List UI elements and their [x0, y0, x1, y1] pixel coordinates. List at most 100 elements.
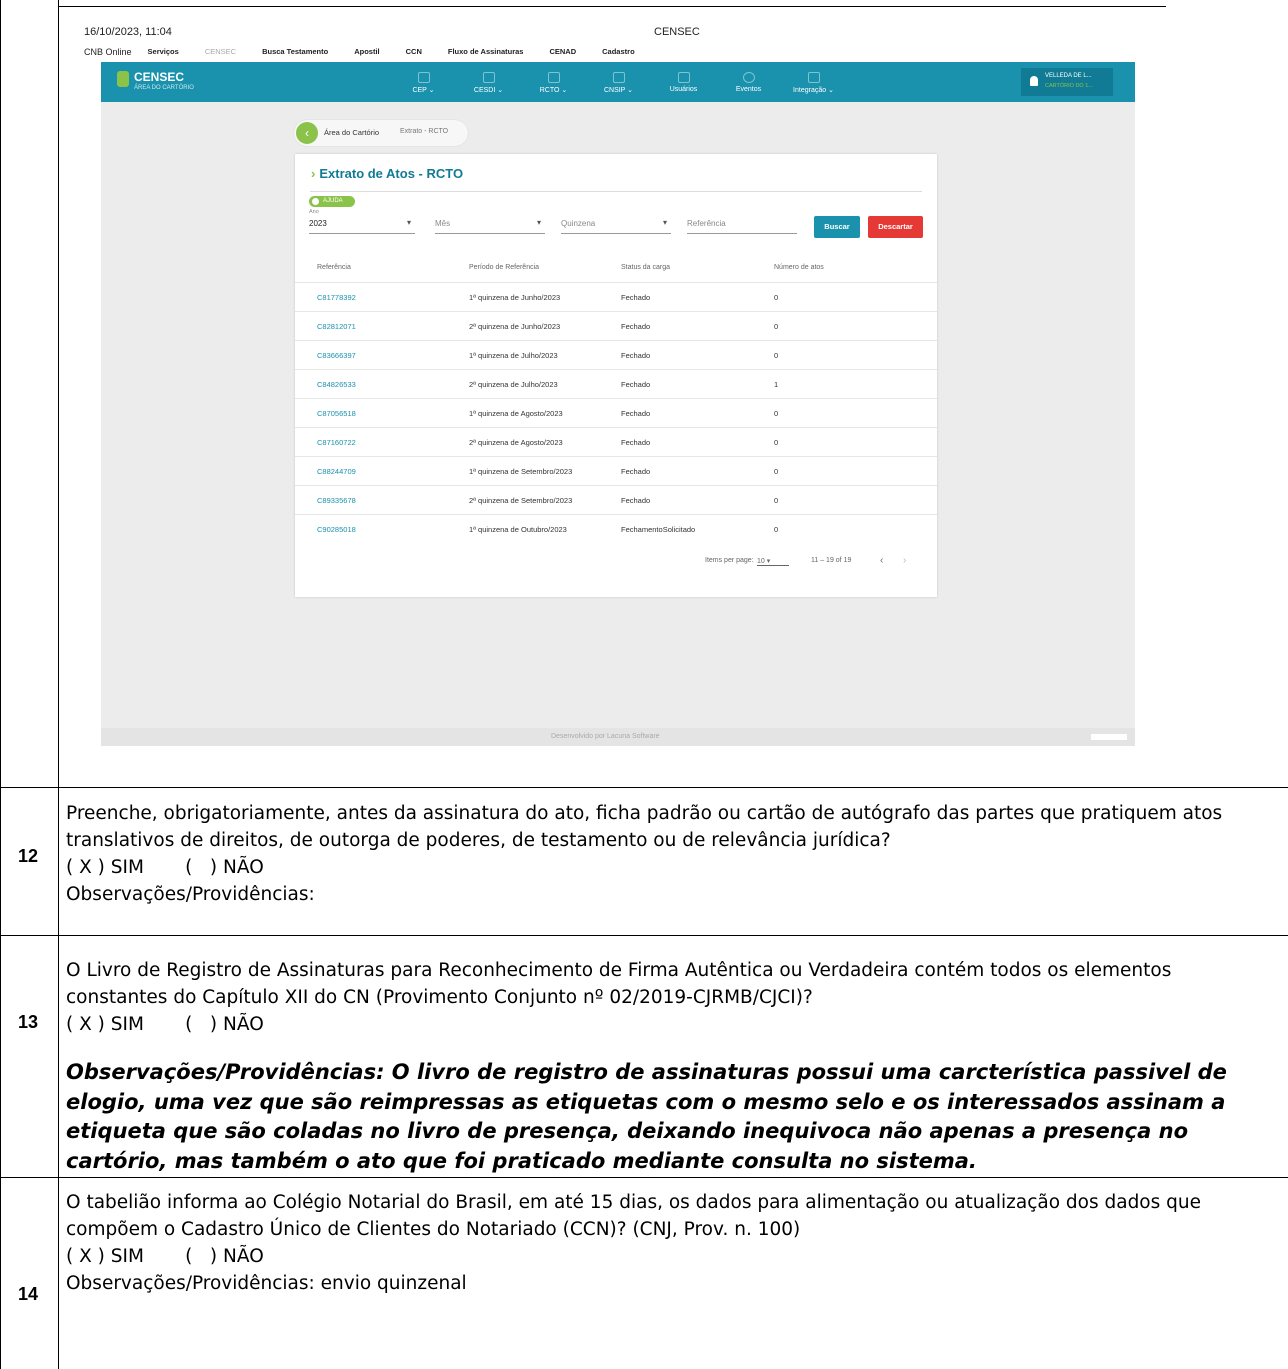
row-reference-link[interactable]: C90285018 [317, 525, 356, 534]
top-menu-item[interactable]: CENSEC [205, 47, 236, 57]
row-reference-link[interactable]: C89335678 [317, 496, 356, 505]
search-button[interactable]: Buscar [814, 216, 860, 238]
table-border [0, 935, 1288, 936]
table-row: C87160722 2ª quinzena de Agosto/2023 Fecha… [295, 427, 937, 457]
caret-down-icon: ▾ [662, 218, 667, 227]
nav-item-cnsip[interactable]: CNSIP ⌄ [586, 62, 651, 102]
row-status: Fechado [621, 467, 651, 476]
top-menu-item[interactable]: Busca Testamento [262, 47, 328, 57]
breadcrumb: ‹ Área do Cartório Extrato - RCTO [294, 120, 468, 146]
table-row: C81778392 1ª quinzena de Junho/2023 Fechad… [295, 282, 937, 312]
answer-options: ( X ) SIM ( ) NÃO [66, 1246, 264, 1267]
top-menu-item[interactable]: CCN [406, 47, 422, 57]
nav-label: Eventos [735, 86, 762, 93]
observations: cartório, mas também o ato que foi prati… [66, 1148, 977, 1173]
question-text: Preenche, obrigatoriamente, antes da ass… [66, 803, 1223, 824]
row-reference-link[interactable]: C88244709 [317, 467, 356, 476]
observations: etiqueta que são coladas no livro de pre… [66, 1119, 1188, 1143]
censec-logo-icon [117, 71, 129, 87]
row-count: 0 [774, 293, 779, 302]
table-row: C82812071 2ª quinzena de Junho/2023 Fechad… [295, 311, 937, 341]
row-status: Fechado [621, 496, 651, 505]
question-13: O Livro de Registro de Assinaturas para … [66, 957, 1288, 1176]
nav-item-cesdi[interactable]: CESDI ⌄ [456, 62, 521, 102]
answer-options: ( X ) SIM ( ) NÃO [66, 1014, 264, 1035]
nav-icon [482, 72, 495, 83]
breadcrumb-home[interactable]: Área do Cartório [324, 128, 379, 137]
nav-item-usuarios[interactable]: Usuários [651, 62, 716, 102]
clock-icon [742, 72, 755, 83]
nav-icon [417, 72, 430, 83]
quinzena-select[interactable]: Quinzena ▾ [561, 209, 671, 234]
question-number: 13 [17, 1012, 39, 1032]
table-border [0, 787, 1288, 788]
next-page-icon[interactable]: › [903, 555, 906, 566]
ano-value: 2023 [309, 219, 327, 228]
top-menu-item[interactable]: Serviços [148, 47, 179, 57]
per-page-value: 10 [757, 558, 765, 565]
top-menu-item[interactable]: CENAD [549, 47, 576, 57]
brand-name[interactable]: CENSEC [134, 70, 184, 84]
top-menu-item[interactable]: Fluxo de Assinaturas [448, 47, 524, 57]
row-period: 2ª quinzena de Agosto/2023 [469, 438, 563, 447]
column-header[interactable]: Referência [317, 264, 351, 271]
users-icon [677, 72, 690, 83]
main-nav: CEP ⌄ CESDI ⌄ RCTO ⌄ CNSIP ⌄ Usuários Ev… [391, 62, 846, 102]
row-status: Fechado [621, 322, 651, 331]
nav-item-cep[interactable]: CEP ⌄ [391, 62, 456, 102]
row-period: 2ª quinzena de Setembro/2023 [469, 496, 573, 505]
question-number: 14 [17, 1284, 39, 1304]
observations: elogio, uma vez que são reimpressas as e… [66, 1089, 1226, 1114]
page-title: › Extrato de Atos - RCTO [311, 166, 463, 181]
caret-down-icon: ▾ [536, 218, 541, 227]
column-header[interactable]: Status da carga [621, 264, 670, 271]
prev-page-icon[interactable]: ‹ [880, 555, 883, 566]
ano-label: Ano [309, 209, 319, 215]
row-count: 0 [774, 322, 779, 331]
referencia-input[interactable]: Referência [687, 209, 797, 234]
row-count: 0 [774, 467, 779, 476]
row-status: Fechado [621, 351, 651, 360]
user-menu[interactable]: VELLEDA DE L... CARTÓRIO DO 1... [1021, 68, 1113, 96]
row-status: Fechado [621, 438, 651, 447]
top-menu-item[interactable]: Apostil [354, 47, 379, 57]
pager-label: Items per page: [705, 557, 754, 564]
row-period: 1ª quinzena de Julho/2023 [469, 351, 558, 360]
row-reference-link[interactable]: C83666397 [317, 351, 356, 360]
row-status: Fechado [621, 409, 651, 418]
row-count: 1 [774, 380, 779, 389]
nav-icon [612, 72, 625, 83]
nav-item-rcto[interactable]: RCTO ⌄ [521, 62, 586, 102]
inspection-table: 16/10/2023, 11:04 CENSEC CNB Online Serv… [0, 0, 1288, 1369]
nav-label: Integração [793, 87, 827, 94]
back-icon[interactable]: ‹ [296, 122, 318, 144]
row-reference-link[interactable]: C81778392 [317, 293, 356, 302]
table-row: C87056518 1ª quinzena de Agosto/2023 Fecha… [295, 398, 937, 428]
row-reference-link[interactable]: C82812071 [317, 322, 356, 331]
help-button[interactable]: AJUDA [309, 196, 355, 207]
per-page-select[interactable]: 10 ▾ [757, 557, 789, 566]
integration-icon [807, 72, 820, 83]
top-menu-item[interactable]: CNB Online [84, 47, 132, 57]
censec-screenshot: 16/10/2023, 11:04 CENSEC CNB Online Serv… [84, 20, 1148, 748]
nav-item-integracao[interactable]: Integração ⌄ [781, 62, 846, 102]
answer-options: ( X ) SIM ( ) NÃO [66, 857, 264, 878]
row-reference-link[interactable]: C84826533 [317, 380, 356, 389]
ano-select[interactable]: Ano 2023 ▾ [309, 209, 415, 234]
discard-button[interactable]: Descartar [868, 216, 923, 238]
row-count: 0 [774, 409, 779, 418]
mes-select[interactable]: Mês ▾ [435, 209, 545, 234]
table-row: C90285018 1ª quinzena de Outubro/2023 Fech… [295, 514, 937, 544]
browser-header: 16/10/2023, 11:04 CENSEC CNB Online Serv… [84, 20, 1148, 60]
top-menu-item[interactable]: Cadastro [602, 47, 635, 57]
nav-item-eventos[interactable]: Eventos [716, 62, 781, 102]
nav-label: Usuários [669, 86, 698, 93]
table-border [58, 6, 1166, 7]
table-row: C84826533 2ª quinzena de Julho/2023 Fechad… [295, 369, 937, 399]
column-header[interactable]: Número de atos [774, 264, 824, 271]
row-reference-link[interactable]: C87056518 [317, 409, 356, 418]
row-reference-link[interactable]: C87160722 [317, 438, 356, 447]
column-header[interactable]: Período de Referência [469, 264, 539, 271]
breadcrumb-current: Extrato - RCTO [400, 128, 449, 135]
row-period: 1ª quinzena de Setembro/2023 [469, 467, 573, 476]
